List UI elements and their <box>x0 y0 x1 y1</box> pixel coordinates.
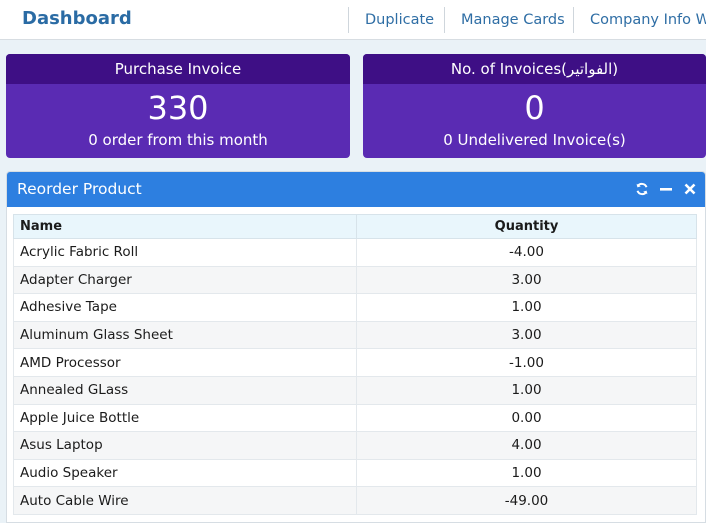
product-name: Annealed GLass <box>13 375 357 405</box>
table-row[interactable]: Annealed GLass 1.00 <box>13 375 697 405</box>
product-quantity: 3.00 <box>356 320 697 350</box>
product-name: AMD Processor <box>13 348 357 377</box>
product-quantity: 3.00 <box>356 265 697 295</box>
reorder-table-wrapper: Name Quantity Acrylic Fabric Roll -4.00 A… <box>13 214 697 515</box>
panel-tools <box>635 180 697 198</box>
table-row[interactable]: Adhesive Tape 1.00 <box>13 293 697 322</box>
product-quantity: 1.00 <box>356 293 697 322</box>
product-name: Audio Speaker <box>13 458 357 488</box>
table-row[interactable]: AMD Processor -1.00 <box>13 348 697 377</box>
table-row[interactable]: Apple Juice Bottle 0.00 <box>13 403 697 433</box>
product-name: Acrylic Fabric Roll <box>13 238 357 267</box>
table-row[interactable]: Acrylic Fabric Roll -4.00 <box>13 238 697 267</box>
invoices-count-card[interactable]: No. of Invoices(الفواتير) 0 0 Undelivere… <box>363 54 706 158</box>
product-name: Adhesive Tape <box>13 293 357 322</box>
product-quantity: -1.00 <box>356 348 697 377</box>
purchase-invoice-card[interactable]: Purchase Invoice 330 0 order from this m… <box>6 54 350 158</box>
panel-title: Reorder Product <box>17 180 142 198</box>
product-name: Adapter Charger <box>13 265 357 295</box>
card-title: No. of Invoices(الفواتير) <box>363 54 706 84</box>
table-row[interactable]: Auto Cable Wire -49.00 <box>13 486 697 515</box>
column-header-name[interactable]: Name <box>13 214 357 239</box>
table-row[interactable]: Asus Laptop 4.00 <box>13 431 697 460</box>
table-row[interactable]: Audio Speaker 1.00 <box>13 458 697 488</box>
product-quantity: -4.00 <box>356 238 697 267</box>
page-title[interactable]: Dashboard <box>22 8 132 29</box>
close-icon[interactable] <box>683 180 697 198</box>
product-name: Auto Cable Wire <box>13 486 357 515</box>
product-name: Asus Laptop <box>13 431 357 460</box>
product-quantity: -49.00 <box>356 486 697 515</box>
table-row[interactable]: Adapter Charger 3.00 <box>13 265 697 295</box>
manage-cards-link[interactable]: Manage Cards <box>444 7 565 33</box>
panel-header: Reorder Product <box>7 172 705 207</box>
product-quantity: 1.00 <box>356 375 697 405</box>
product-quantity: 0.00 <box>356 403 697 433</box>
reorder-table: Name Quantity Acrylic Fabric Roll -4.00 A… <box>13 214 697 515</box>
top-navbar: Dashboard Duplicate Manage Cards Company… <box>0 0 706 40</box>
product-quantity: 1.00 <box>356 458 697 488</box>
minimize-icon[interactable] <box>659 180 673 198</box>
table-row[interactable]: Aluminum Glass Sheet 3.00 <box>13 320 697 350</box>
refresh-icon[interactable] <box>635 180 649 198</box>
card-subtitle: 0 order from this month <box>88 131 268 149</box>
reorder-product-panel: Reorder Product Name Quantity Acrylic Fa… <box>6 171 706 523</box>
duplicate-link[interactable]: Duplicate <box>348 7 434 33</box>
card-value: 0 <box>524 89 545 127</box>
company-info-link[interactable]: Company Info Wi <box>573 7 706 33</box>
card-title: Purchase Invoice <box>6 54 350 84</box>
product-quantity: 4.00 <box>356 431 697 460</box>
table-header-row: Name Quantity <box>13 214 697 239</box>
column-header-quantity[interactable]: Quantity <box>356 214 697 239</box>
product-name: Apple Juice Bottle <box>13 403 357 433</box>
card-subtitle: 0 Undelivered Invoice(s) <box>443 131 626 149</box>
card-value: 330 <box>147 89 209 127</box>
product-name: Aluminum Glass Sheet <box>13 320 357 350</box>
